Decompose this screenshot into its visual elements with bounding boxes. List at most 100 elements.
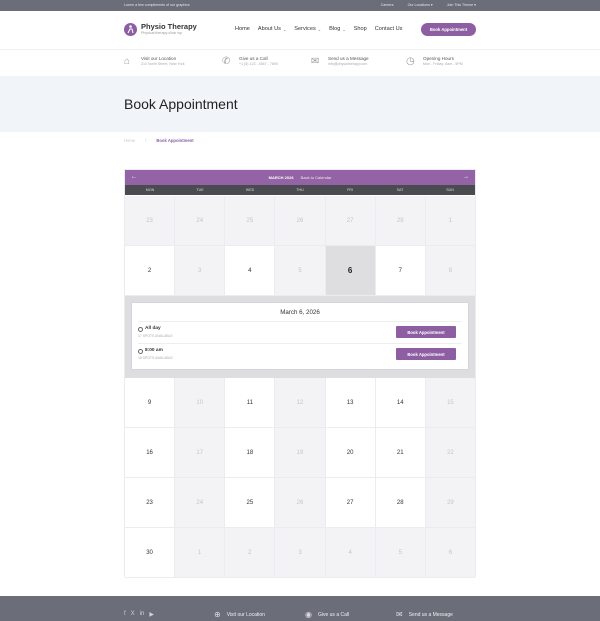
event-time: All day (145, 326, 161, 331)
calendar-day[interactable]: 6 (425, 528, 475, 578)
event-row: All day 17 SPOTS AVAILABLE Book Appointm… (138, 321, 462, 343)
calendar-day[interactable]: 27 (325, 478, 376, 528)
clock-icon (138, 327, 143, 332)
event-spots: 18 SPOTS AVAILABLE (138, 356, 173, 360)
calendar-day[interactable]: 18 (225, 428, 276, 478)
calendar: ← MARCH 2026 Back to Calendar → MON TUE … (124, 169, 476, 578)
chevron-down-icon: ⌄ (342, 26, 346, 32)
calendar-day[interactable]: 26 (275, 196, 326, 246)
calendar-day[interactable]: 7 (375, 246, 426, 296)
youtube-icon[interactable]: ▶ (149, 611, 154, 618)
x-icon[interactable]: X (131, 611, 135, 618)
calendar-day[interactable]: 21 (375, 428, 426, 478)
nav-about-us[interactable]: About Us ⌄ (258, 26, 286, 32)
nav-blog[interactable]: Blog ⌄ (329, 26, 346, 32)
calendar-week: 16 17 18 19 20 21 22 (125, 428, 475, 478)
nav-services[interactable]: Services ⌄ (294, 26, 321, 32)
calendar-day[interactable]: 24 (175, 196, 226, 246)
calendar-day[interactable]: 28 (375, 478, 426, 528)
info-location: ⌂ Visit our Location 210 North Street, Ne… (124, 56, 185, 67)
book-appointment-button[interactable]: Book Appointment (396, 326, 456, 338)
event-spots: 17 SPOTS AVAILABLE (138, 334, 173, 338)
book-appointment-button[interactable]: Book Appointment (396, 348, 456, 360)
calendar-day[interactable]: 27 (325, 196, 376, 246)
calendar-day[interactable]: 1 (175, 528, 226, 578)
calendar-day[interactable]: 4 (225, 246, 276, 296)
calendar-day[interactable]: 24 (175, 478, 226, 528)
calendar-day[interactable]: 3 (175, 246, 226, 296)
calendar-day[interactable]: 13 (325, 378, 376, 428)
calendar-day[interactable]: 1 (425, 196, 475, 246)
weekday-label: WED (245, 188, 255, 192)
nav-home[interactable]: Home (235, 26, 250, 32)
calendar-day[interactable]: 3 (275, 528, 326, 578)
calendar-day[interactable]: 25 (225, 478, 276, 528)
weekday-label: THU (296, 188, 304, 192)
next-month-icon[interactable]: → (463, 174, 469, 180)
calendar-week: 23 24 25 26 27 28 29 (125, 478, 475, 528)
calendar-day[interactable]: 2 (225, 528, 276, 578)
calendar-day[interactable]: 5 (375, 528, 426, 578)
calendar-day[interactable]: 22 (425, 428, 475, 478)
footer-call: ◉ Give us a Call (305, 610, 350, 619)
logo-icon[interactable] (124, 23, 137, 36)
main-nav: Home About Us ⌄ Services ⌄ Blog ⌄ Shop Cont… (235, 26, 410, 32)
page-title: Book Appointment (124, 96, 238, 112)
top-link-theme[interactable]: Join This Theme ▾ (447, 3, 476, 7)
calendar-day[interactable]: 2 (125, 246, 176, 296)
calendar-day[interactable]: 19 (275, 428, 326, 478)
calendar-day[interactable]: 29 (425, 478, 475, 528)
calendar-day[interactable]: 15 (425, 378, 475, 428)
back-to-calendar-link[interactable]: Back to Calendar (301, 175, 332, 180)
calendar-header: ← MARCH 2026 Back to Calendar → (125, 170, 475, 185)
top-link-careers[interactable]: Careers (381, 3, 394, 7)
logo-title[interactable]: Physio Therapy (141, 22, 197, 31)
calendar-day[interactable]: 20 (325, 428, 376, 478)
calendar-day[interactable]: 23 (125, 196, 176, 246)
calendar-day[interactable]: 17 (175, 428, 226, 478)
calendar-week: 2345678 (125, 246, 475, 296)
calendar-day[interactable]: 14 (375, 378, 426, 428)
calendar-day[interactable]: 23 (125, 478, 176, 528)
calendar-day[interactable]: 12 (275, 378, 326, 428)
social-links: f X in ▶ (124, 611, 154, 618)
info-call: ✆ Give us a Call +1 (5) 123 - 4567 - 7890 (222, 56, 278, 67)
calendar-week: 23 24 25 26 27 28 1 (125, 196, 475, 246)
breadcrumb: Home / Book Appointment (124, 138, 194, 143)
calendar-day[interactable]: 26 (275, 478, 326, 528)
linkedin-icon[interactable]: in (140, 611, 145, 618)
pin-icon: ◉ (305, 610, 312, 619)
calendar-day[interactable]: 5 (275, 246, 326, 296)
mail-icon: ✉ (396, 610, 403, 619)
calendar-day[interactable]: 16 (125, 428, 176, 478)
book-appointment-header-button[interactable]: Book Appointment (421, 23, 476, 36)
info-bar: ⌂ Visit our Location 210 North Street, Ne… (0, 49, 600, 76)
logo-tagline: Physical therapy clinic wp (141, 31, 182, 35)
top-bar-tagline: Lorem a few compliments of our graphics (124, 3, 190, 7)
nav-shop[interactable]: Shop (354, 26, 367, 32)
weekday-header: MON TUE WED THU FRI SAT SUN (125, 185, 475, 195)
breadcrumb-home[interactable]: Home (124, 138, 135, 143)
calendar-day[interactable]: 4 (325, 528, 376, 578)
calendar-day[interactable]: 9 (125, 378, 176, 428)
chevron-down-icon: ⌄ (317, 26, 322, 32)
breadcrumb-separator: / (145, 138, 147, 143)
calendar-day[interactable]: 30 (125, 528, 176, 578)
phone-icon: ✆ (222, 56, 231, 67)
calendar-week: 30 1 2 3 4 5 6 (125, 528, 475, 578)
top-link-locations[interactable]: Our Locations ▾ (408, 3, 433, 7)
weekday-label: MON (145, 188, 155, 192)
calendar-day[interactable]: 10 (175, 378, 226, 428)
event-row: 8:00 am 18 SPOTS AVAILABLE Book Appointm… (138, 343, 462, 365)
facebook-icon[interactable]: f (124, 611, 126, 618)
day-events-box: March 6, 2026 All day 17 SPOTS AVAILABLE… (131, 302, 469, 370)
event-time: 8:00 am (145, 348, 163, 353)
calendar-day-selected[interactable]: 6 (325, 246, 376, 296)
page-banner: Book Appointment (0, 76, 600, 132)
calendar-day[interactable]: 28 (375, 196, 426, 246)
calendar-day[interactable]: 8 (425, 246, 475, 296)
nav-contact-us[interactable]: Contact Us (375, 26, 403, 32)
location-icon: ⊕ (214, 610, 221, 619)
calendar-day[interactable]: 25 (225, 196, 276, 246)
calendar-day[interactable]: 11 (225, 378, 276, 428)
